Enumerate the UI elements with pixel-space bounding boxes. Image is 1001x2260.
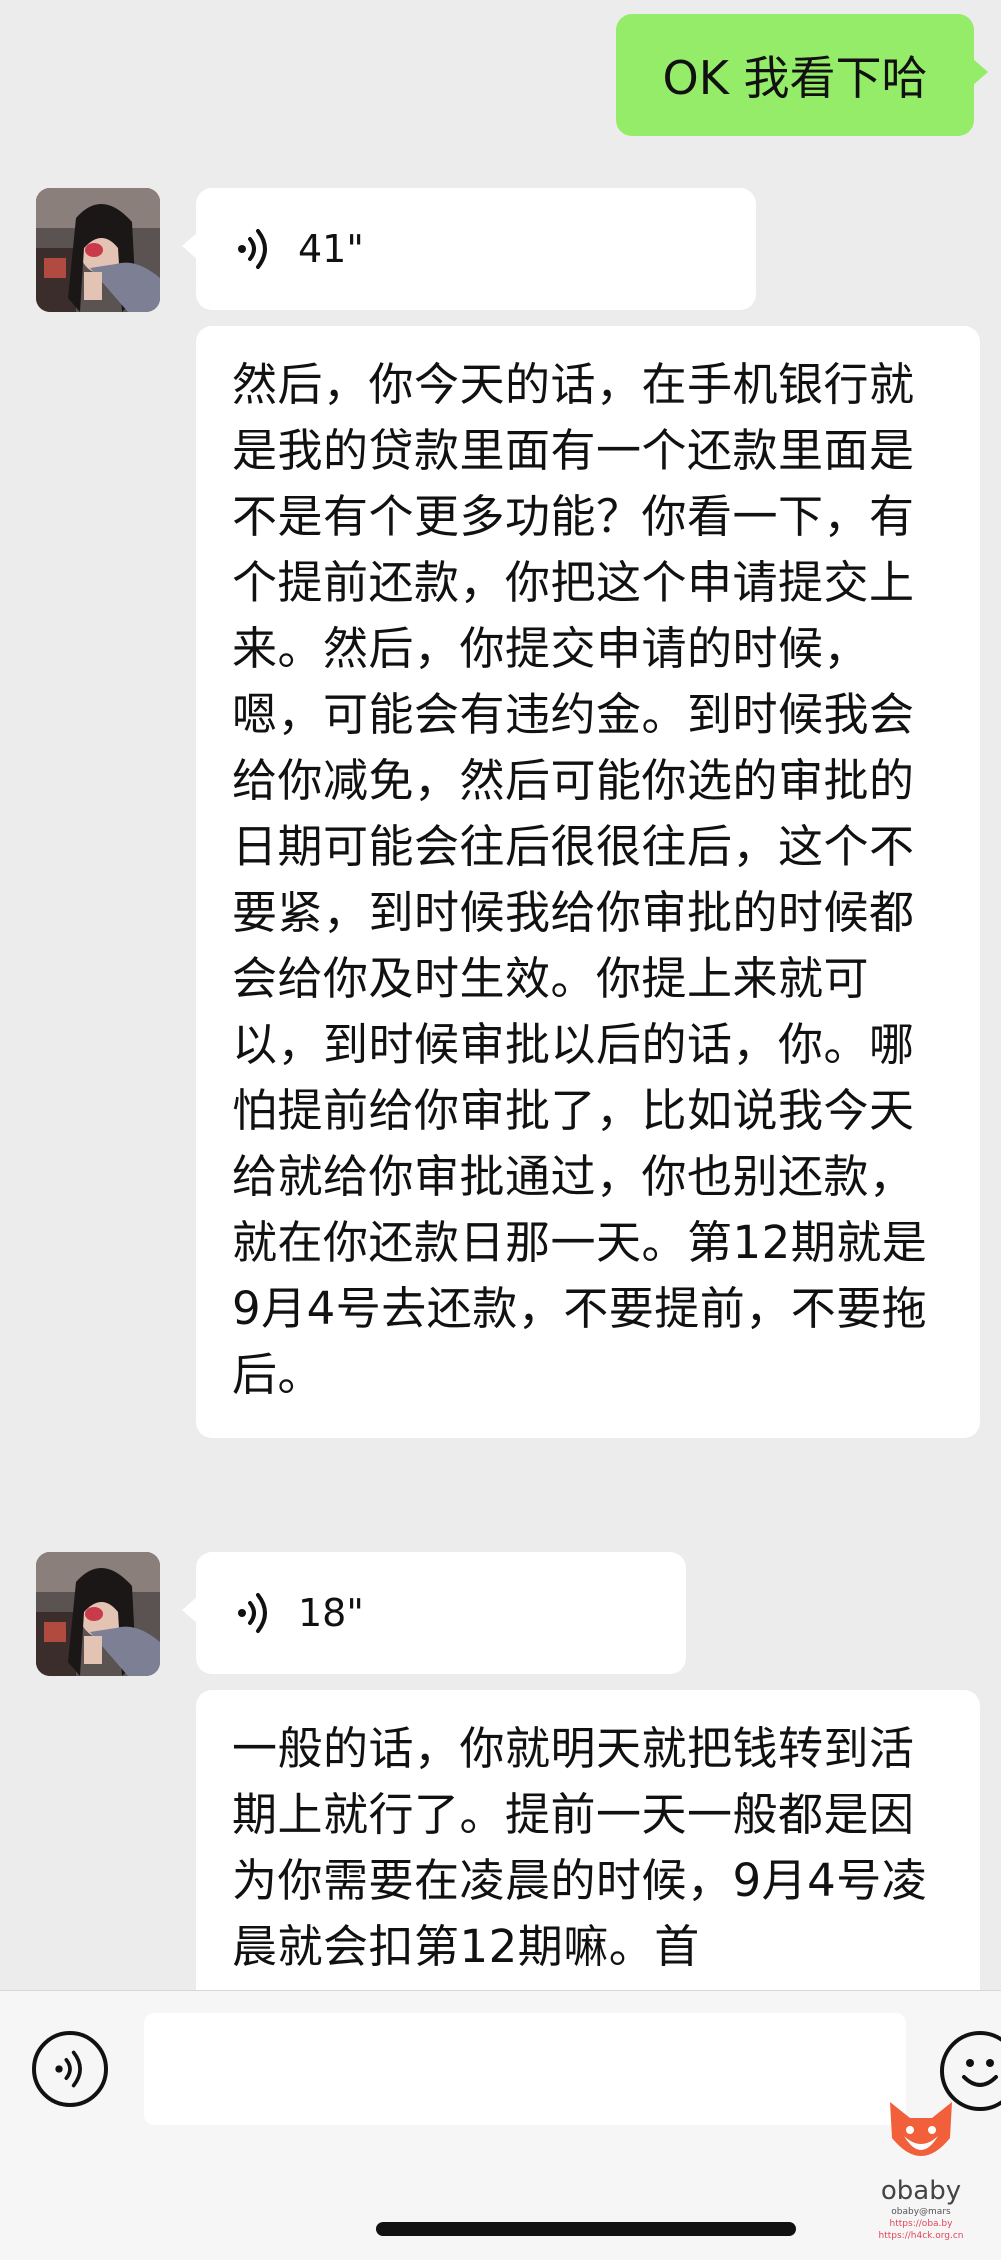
avatar-image (36, 188, 160, 312)
watermark-url: https://h4ck.org.cn (878, 2231, 964, 2241)
outgoing-message-bubble[interactable]: OK 我看下哈 (616, 14, 988, 136)
outgoing-message-text: OK 我看下哈 (662, 51, 928, 105)
voice-transcript-bubble[interactable]: 然后，你今天的话，在手机银行就是我的贷款里面有一个还款里面是不是有个更多功能？你… (196, 326, 980, 1438)
voice-message-bubble[interactable]: 18" (182, 1552, 686, 1674)
contact-avatar[interactable] (36, 1552, 160, 1676)
input-toolbar (0, 1990, 1001, 2260)
voice-transcript-bubble[interactable]: 一般的话，你就明天就把钱转到活期上就行了。提前一天一般都是因为你需要在凌晨的时候… (196, 1690, 980, 1990)
voice-wave-icon (238, 1593, 267, 1633)
voice-duration: 18" (298, 1591, 364, 1635)
voice-input-button[interactable] (32, 2031, 108, 2107)
watermark: obaby obaby@mars https://oba.by https://… (856, 2092, 986, 2259)
watermark-name: obaby (880, 2176, 962, 2206)
home-indicator[interactable] (376, 2222, 796, 2236)
fox-logo-icon (890, 2102, 952, 2156)
voice-wave-icon (238, 229, 267, 269)
voice-transcript-text: 然后，你今天的话，在手机银行就是我的贷款里面有一个还款里面是不是有个更多功能？你… (232, 358, 928, 1401)
watermark-url: https://oba.by (889, 2219, 953, 2229)
chat-area[interactable]: OK 我看下哈 41" 然后，你今天的话，在手机银行就是我的贷款里面有一个还款里… (0, 0, 1001, 1990)
voice-transcript-text: 一般的话，你就明天就把钱转到活期上就行了。提前一天一般都是因为你需要在凌晨的时候… (232, 1722, 928, 1973)
voice-input-icon (55, 2050, 82, 2088)
avatar-image (36, 1552, 160, 1676)
voice-message-bubble[interactable]: 41" (182, 188, 756, 310)
contact-avatar[interactable] (36, 188, 160, 312)
message-input[interactable] (144, 2013, 906, 2125)
voice-duration: 41" (298, 227, 364, 271)
watermark-handle: obaby@mars (891, 2207, 951, 2217)
